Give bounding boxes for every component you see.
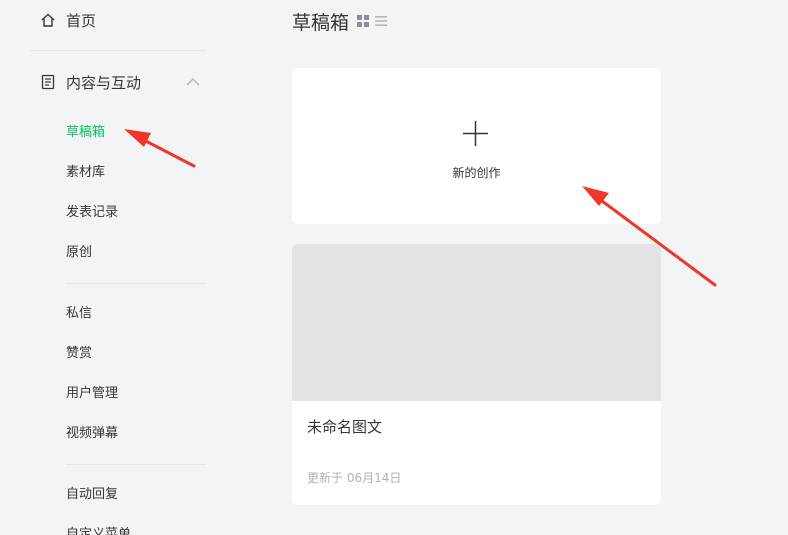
page-title: 草稿箱 bbox=[292, 11, 350, 34]
divider bbox=[66, 283, 206, 284]
sidebar: 首页 内容与互动 草稿箱 素材库 发表记录 原创 私信 赞赏 用户管理 视频弹幕… bbox=[0, 0, 220, 535]
page: 首页 内容与互动 草稿箱 素材库 发表记录 原创 私信 赞赏 用户管理 视频弹幕… bbox=[0, 0, 788, 535]
sidebar-item-drafts[interactable]: 草稿箱 bbox=[66, 123, 105, 143]
sidebar-section-content-interaction[interactable]: 内容与互动 bbox=[40, 72, 206, 92]
sidebar-item-original[interactable]: 原创 bbox=[66, 243, 92, 263]
new-creation-label: 新的创作 bbox=[452, 166, 501, 180]
sidebar-item-rewards[interactable]: 赞赏 bbox=[66, 344, 92, 364]
new-creation-card[interactable]: 新的创作 bbox=[292, 68, 661, 224]
draft-updated-time: 更新于 06月14日 bbox=[307, 471, 402, 485]
divider bbox=[66, 464, 206, 465]
chevron-up-icon[interactable] bbox=[186, 77, 200, 87]
sidebar-item-home[interactable]: 首页 bbox=[40, 9, 96, 31]
draft-title: 未命名图文 bbox=[307, 418, 383, 436]
sidebar-item-label: 首页 bbox=[66, 11, 97, 30]
page-title-bar: 草稿箱 bbox=[292, 9, 393, 34]
document-icon bbox=[40, 74, 56, 90]
sidebar-item-publish-records[interactable]: 发表记录 bbox=[66, 203, 118, 223]
sidebar-item-materials[interactable]: 素材库 bbox=[66, 163, 105, 183]
sidebar-item-custom-menu[interactable]: 自定义菜单 bbox=[66, 525, 131, 535]
plus-icon bbox=[462, 120, 489, 147]
sidebar-item-video-danmaku[interactable]: 视频弹幕 bbox=[66, 424, 118, 444]
grid-view-icon[interactable] bbox=[357, 15, 370, 27]
draft-cover-placeholder bbox=[292, 244, 661, 401]
sidebar-item-auto-reply[interactable]: 自动回复 bbox=[66, 485, 118, 505]
list-view-icon[interactable] bbox=[375, 15, 388, 27]
home-icon bbox=[40, 12, 56, 28]
sidebar-item-user-management[interactable]: 用户管理 bbox=[66, 384, 118, 404]
sidebar-section-label: 内容与互动 bbox=[66, 73, 142, 92]
divider bbox=[30, 50, 206, 51]
sidebar-item-messages[interactable]: 私信 bbox=[66, 304, 92, 324]
draft-card[interactable]: 未命名图文 更新于 06月14日 bbox=[292, 244, 661, 505]
